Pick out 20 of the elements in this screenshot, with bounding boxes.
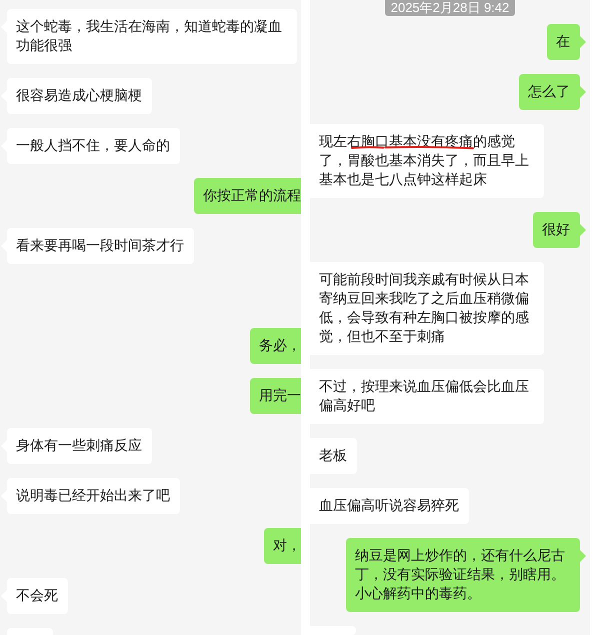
message-text: 很好 xyxy=(542,220,570,239)
message-text: 说明毒已经开始出来了吧 xyxy=(16,486,170,505)
message-text: 身体有一些刺痛反应 xyxy=(16,436,142,455)
message-text: 在 xyxy=(556,32,570,51)
message-text: 很容易造成心梗脑梗 xyxy=(16,86,142,105)
message-text: 用完一 xyxy=(259,386,301,405)
message-text: 一般人挡不住，要人命的 xyxy=(16,136,170,155)
message-text: 你按正常的流程 xyxy=(203,186,301,205)
message-text: 血压偏高听说容易猝死 xyxy=(319,496,459,515)
message-text: 老板 xyxy=(319,446,347,465)
message-text: 可能前段时间我亲戚有时候从日本寄纳豆回来我吃了之后血压稍微偏低，会导致有种左胸口被按摩的感觉，但也不至于刺痛 xyxy=(319,270,530,346)
timestamp-label: 2025年2月28日 9:42 xyxy=(384,0,516,16)
message-text: 怎么了 xyxy=(528,82,570,101)
message-text: 不会死 xyxy=(16,586,58,605)
message-text: 对， xyxy=(273,536,301,555)
message-text: 务必， xyxy=(259,336,301,355)
message-text: 看来要再喝一段时间茶才行 xyxy=(16,236,184,255)
message-text: 纳豆是网上炒作的，还有什么尼古丁，没有实际验证结果，别瞎用。小心解药中的毒药。 xyxy=(355,546,566,603)
message-text: 这个蛇毒，我生活在海南，知道蛇毒的凝血功能很强 xyxy=(16,17,283,55)
message-text: 不过，按理来说血压偏低会比血压偏高好吧 xyxy=(319,377,530,415)
